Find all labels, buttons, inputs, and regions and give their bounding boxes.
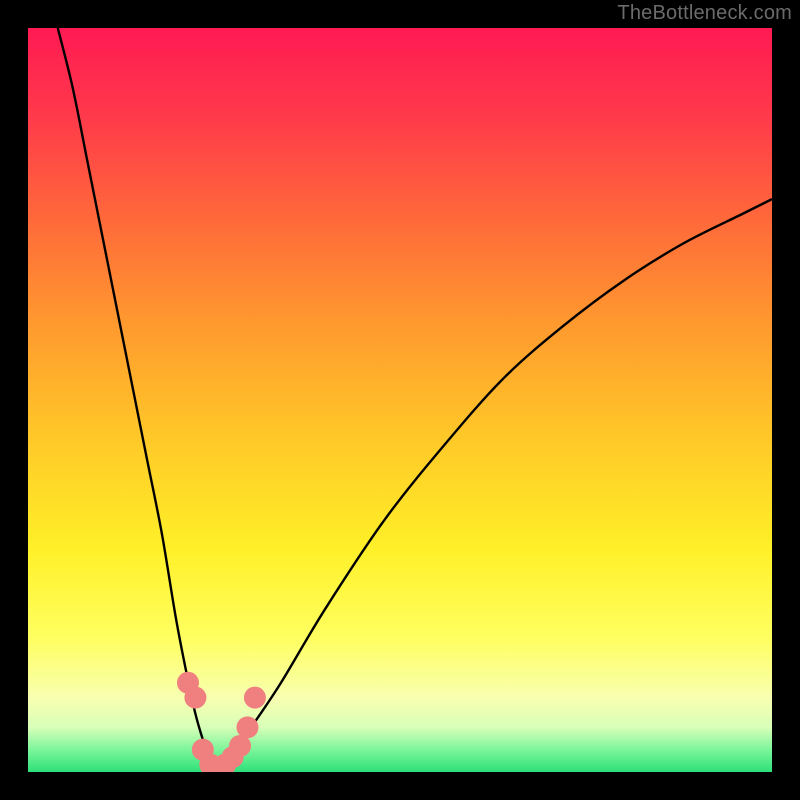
marker-point bbox=[236, 716, 258, 738]
bottleneck-curve-layer bbox=[28, 28, 772, 772]
marker-point bbox=[244, 687, 266, 709]
plot-area bbox=[28, 28, 772, 772]
watermark-text: TheBottleneck.com bbox=[617, 2, 792, 25]
marker-point bbox=[184, 687, 206, 709]
chart-frame: TheBottleneck.com bbox=[0, 0, 800, 800]
bottleneck-curve bbox=[58, 28, 772, 772]
